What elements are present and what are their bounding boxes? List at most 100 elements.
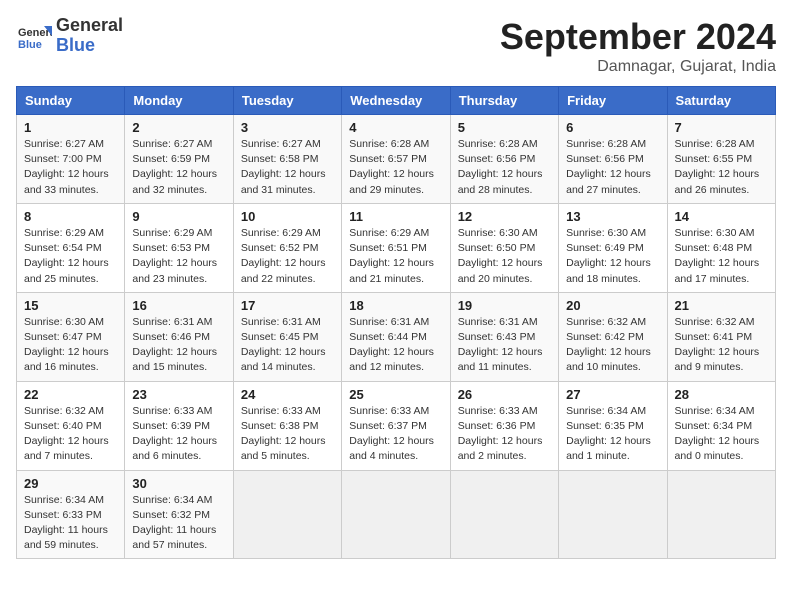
calendar-cell: 16 Sunrise: 6:31 AM Sunset: 6:46 PM Dayli… — [125, 292, 233, 381]
day-number: 19 — [458, 298, 551, 313]
day-info: Sunrise: 6:28 AM Sunset: 6:56 PM Dayligh… — [458, 137, 551, 198]
day-info: Sunrise: 6:29 AM Sunset: 6:52 PM Dayligh… — [241, 226, 334, 287]
day-info: Sunrise: 6:32 AM Sunset: 6:41 PM Dayligh… — [675, 315, 768, 376]
calendar-cell: 6Sunrise: 6:28 AM Sunset: 6:56 PM Daylig… — [559, 115, 667, 204]
calendar-cell: 28 Sunrise: 6:34 AM Sunset: 6:34 PM Dayli… — [667, 381, 775, 470]
calendar-table: Sunday Monday Tuesday Wednesday Thursday… — [16, 86, 776, 559]
page-header: General Blue General Blue September 2024… — [16, 16, 776, 76]
day-number: 6 — [566, 120, 659, 135]
day-info: Sunrise: 6:30 AM Sunset: 6:48 PM Dayligh… — [675, 226, 768, 287]
day-info: Sunrise: 6:33 AM Sunset: 6:37 PM Dayligh… — [349, 404, 442, 465]
day-number: 1 — [24, 120, 117, 135]
day-info: Sunrise: 6:31 AM Sunset: 6:44 PM Dayligh… — [349, 315, 442, 376]
day-info: Sunrise: 6:27 AM Sunset: 6:58 PM Dayligh… — [241, 137, 334, 198]
calendar-cell: 13 Sunrise: 6:30 AM Sunset: 6:49 PM Dayli… — [559, 203, 667, 292]
calendar-week-5: 29Sunrise: 6:34 AM Sunset: 6:33 PM Dayli… — [17, 470, 776, 559]
day-number: 26 — [458, 387, 551, 402]
day-number: 10 — [241, 209, 334, 224]
calendar-cell: 7 Sunrise: 6:28 AM Sunset: 6:55 PM Daylig… — [667, 115, 775, 204]
day-info: Sunrise: 6:32 AM Sunset: 6:42 PM Dayligh… — [566, 315, 659, 376]
calendar-body: 1 Sunrise: 6:27 AM Sunset: 7:00 PM Daylig… — [17, 115, 776, 559]
calendar-cell: 11 Sunrise: 6:29 AM Sunset: 6:51 PM Dayli… — [342, 203, 450, 292]
day-number: 20 — [566, 298, 659, 313]
header-row: Sunday Monday Tuesday Wednesday Thursday… — [17, 87, 776, 115]
logo-icon: General Blue — [16, 18, 52, 54]
day-number: 18 — [349, 298, 442, 313]
calendar-cell: 27 Sunrise: 6:34 AM Sunset: 6:35 PM Dayli… — [559, 381, 667, 470]
calendar-cell — [667, 470, 775, 559]
col-sunday: Sunday — [17, 87, 125, 115]
calendar-cell: 17Sunrise: 6:31 AM Sunset: 6:45 PM Dayli… — [233, 292, 341, 381]
day-info: Sunrise: 6:30 AM Sunset: 6:49 PM Dayligh… — [566, 226, 659, 287]
day-info: Sunrise: 6:27 AM Sunset: 7:00 PM Dayligh… — [24, 137, 117, 198]
day-info: Sunrise: 6:34 AM Sunset: 6:34 PM Dayligh… — [675, 404, 768, 465]
day-number: 13 — [566, 209, 659, 224]
day-number: 3 — [241, 120, 334, 135]
day-info: Sunrise: 6:31 AM Sunset: 6:46 PM Dayligh… — [132, 315, 225, 376]
day-number: 7 — [675, 120, 768, 135]
day-number: 11 — [349, 209, 442, 224]
day-number: 23 — [132, 387, 225, 402]
day-number: 25 — [349, 387, 442, 402]
calendar-cell: 25 Sunrise: 6:33 AM Sunset: 6:37 PM Dayli… — [342, 381, 450, 470]
logo-line2: Blue — [56, 35, 95, 55]
day-number: 14 — [675, 209, 768, 224]
calendar-cell: 9 Sunrise: 6:29 AM Sunset: 6:53 PM Daylig… — [125, 203, 233, 292]
day-info: Sunrise: 6:30 AM Sunset: 6:47 PM Dayligh… — [24, 315, 117, 376]
day-info: Sunrise: 6:27 AM Sunset: 6:59 PM Dayligh… — [132, 137, 225, 198]
day-number: 15 — [24, 298, 117, 313]
day-number: 28 — [675, 387, 768, 402]
day-number: 8 — [24, 209, 117, 224]
calendar-week-1: 1 Sunrise: 6:27 AM Sunset: 7:00 PM Daylig… — [17, 115, 776, 204]
day-info: Sunrise: 6:29 AM Sunset: 6:54 PM Dayligh… — [24, 226, 117, 287]
calendar-cell: 21 Sunrise: 6:32 AM Sunset: 6:41 PM Dayli… — [667, 292, 775, 381]
calendar-cell: 20 Sunrise: 6:32 AM Sunset: 6:42 PM Dayli… — [559, 292, 667, 381]
calendar-cell: 22 Sunrise: 6:32 AM Sunset: 6:40 PM Dayli… — [17, 381, 125, 470]
day-info: Sunrise: 6:34 AM Sunset: 6:32 PM Dayligh… — [132, 493, 225, 554]
col-friday: Friday — [559, 87, 667, 115]
day-info: Sunrise: 6:32 AM Sunset: 6:40 PM Dayligh… — [24, 404, 117, 465]
calendar-cell: 14 Sunrise: 6:30 AM Sunset: 6:48 PM Dayli… — [667, 203, 775, 292]
calendar-cell: 29Sunrise: 6:34 AM Sunset: 6:33 PM Dayli… — [17, 470, 125, 559]
calendar-cell: 4Sunrise: 6:28 AM Sunset: 6:57 PM Daylig… — [342, 115, 450, 204]
day-number: 12 — [458, 209, 551, 224]
calendar-cell: 2 Sunrise: 6:27 AM Sunset: 6:59 PM Daylig… — [125, 115, 233, 204]
day-number: 9 — [132, 209, 225, 224]
calendar-cell: 30 Sunrise: 6:34 AM Sunset: 6:32 PM Dayli… — [125, 470, 233, 559]
calendar-cell: 1 Sunrise: 6:27 AM Sunset: 7:00 PM Daylig… — [17, 115, 125, 204]
day-number: 22 — [24, 387, 117, 402]
logo-line1: General — [56, 15, 123, 35]
calendar-cell — [559, 470, 667, 559]
calendar-cell: 18 Sunrise: 6:31 AM Sunset: 6:44 PM Dayli… — [342, 292, 450, 381]
day-number: 5 — [458, 120, 551, 135]
calendar-cell: 12 Sunrise: 6:30 AM Sunset: 6:50 PM Dayli… — [450, 203, 558, 292]
day-number: 21 — [675, 298, 768, 313]
day-number: 27 — [566, 387, 659, 402]
calendar-cell: 5 Sunrise: 6:28 AM Sunset: 6:56 PM Daylig… — [450, 115, 558, 204]
day-info: Sunrise: 6:29 AM Sunset: 6:51 PM Dayligh… — [349, 226, 442, 287]
calendar-cell: 24 Sunrise: 6:33 AM Sunset: 6:38 PM Dayli… — [233, 381, 341, 470]
day-info: Sunrise: 6:31 AM Sunset: 6:43 PM Dayligh… — [458, 315, 551, 376]
day-number: 29 — [24, 476, 117, 491]
title-block: September 2024 Damnagar, Gujarat, India — [500, 16, 776, 76]
day-number: 2 — [132, 120, 225, 135]
day-number: 30 — [132, 476, 225, 491]
col-thursday: Thursday — [450, 87, 558, 115]
calendar-week-4: 22 Sunrise: 6:32 AM Sunset: 6:40 PM Dayli… — [17, 381, 776, 470]
day-info: Sunrise: 6:34 AM Sunset: 6:35 PM Dayligh… — [566, 404, 659, 465]
day-info: Sunrise: 6:28 AM Sunset: 6:57 PM Dayligh… — [349, 137, 442, 198]
day-info: Sunrise: 6:30 AM Sunset: 6:50 PM Dayligh… — [458, 226, 551, 287]
day-info: Sunrise: 6:33 AM Sunset: 6:38 PM Dayligh… — [241, 404, 334, 465]
day-info: Sunrise: 6:29 AM Sunset: 6:53 PM Dayligh… — [132, 226, 225, 287]
day-info: Sunrise: 6:33 AM Sunset: 6:39 PM Dayligh… — [132, 404, 225, 465]
month-title: September 2024 — [500, 16, 776, 58]
col-saturday: Saturday — [667, 87, 775, 115]
logo: General Blue General Blue — [16, 16, 123, 56]
day-info: Sunrise: 6:31 AM Sunset: 6:45 PM Dayligh… — [241, 315, 334, 376]
day-info: Sunrise: 6:28 AM Sunset: 6:55 PM Dayligh… — [675, 137, 768, 198]
day-number: 24 — [241, 387, 334, 402]
day-info: Sunrise: 6:33 AM Sunset: 6:36 PM Dayligh… — [458, 404, 551, 465]
calendar-cell: 3 Sunrise: 6:27 AM Sunset: 6:58 PM Daylig… — [233, 115, 341, 204]
day-number: 16 — [132, 298, 225, 313]
calendar-cell: 8 Sunrise: 6:29 AM Sunset: 6:54 PM Daylig… — [17, 203, 125, 292]
